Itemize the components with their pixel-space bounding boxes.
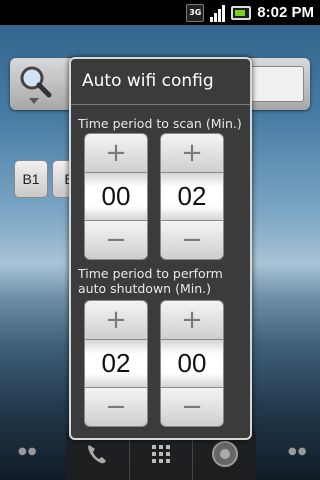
picker-value[interactable]: 00 [84, 173, 148, 220]
shortcut-label: B1 [22, 171, 40, 187]
picker-value[interactable]: 02 [160, 173, 224, 220]
network-3g-icon: 3G [186, 3, 205, 22]
status-bar: 3G 8:02 PM [0, 0, 320, 25]
app-grid-icon [152, 445, 170, 463]
shutdown-label-line1: Time period to perform [78, 266, 223, 281]
plus-icon: + [181, 138, 203, 168]
signal-strength-icon [210, 4, 226, 22]
shutdown-label-line2: auto shutdown (Min.) [78, 281, 211, 296]
minus-icon: − [105, 392, 127, 422]
battery-icon [231, 5, 252, 20]
plus-icon: + [105, 305, 127, 335]
page-indicator-right: ●● [288, 446, 308, 457]
scan-period-label: Time period to scan (Min.) [78, 116, 242, 131]
increment-button[interactable]: + [160, 300, 224, 340]
scan-picker-2: + 02 − [160, 133, 224, 260]
magnifier-icon [20, 66, 52, 98]
auto-wifi-config-dialog: Auto wifi config Time period to scan (Mi… [69, 57, 252, 440]
increment-button[interactable]: + [84, 133, 148, 173]
browser-icon [211, 441, 238, 467]
decrement-button[interactable]: − [84, 220, 148, 260]
increment-button[interactable]: + [160, 133, 224, 173]
decrement-button[interactable]: − [160, 220, 224, 260]
scan-picker-1: + 00 − [84, 133, 148, 260]
plus-icon: + [105, 138, 127, 168]
title-divider [71, 104, 250, 105]
page-indicator-left: ●● [18, 446, 38, 457]
increment-button[interactable]: + [84, 300, 148, 340]
shutdown-picker-1: + 02 − [84, 300, 148, 427]
minus-icon: − [105, 225, 127, 255]
picker-value[interactable]: 02 [84, 340, 148, 387]
minus-icon: − [181, 225, 203, 255]
plus-icon: + [181, 305, 203, 335]
dialog-title: Auto wifi config [82, 71, 214, 91]
decrement-button[interactable]: − [160, 387, 224, 427]
shutdown-period-label: Time period to perform auto shutdown (Mi… [78, 266, 223, 296]
search-dropdown-icon[interactable] [29, 98, 39, 104]
shutdown-picker-2: + 00 − [160, 300, 224, 427]
minus-icon: − [181, 392, 203, 422]
decrement-button[interactable]: − [84, 387, 148, 427]
shortcut-b1[interactable]: B1 [14, 160, 48, 198]
phone-icon [88, 445, 107, 464]
status-time: 8:02 PM [257, 4, 314, 21]
picker-value[interactable]: 00 [160, 340, 224, 387]
